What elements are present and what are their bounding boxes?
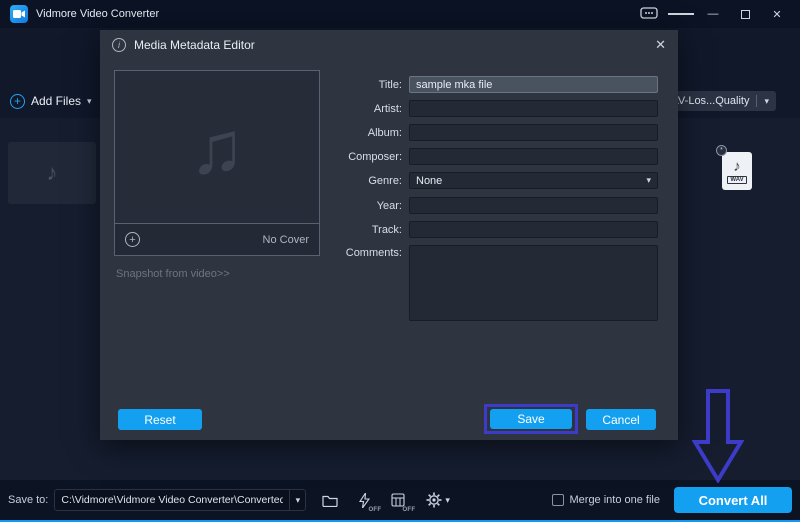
cover-art-placeholder: ♫	[115, 71, 319, 223]
save-button[interactable]: Save	[490, 409, 572, 429]
save-path-field[interactable]: ▾	[54, 489, 306, 511]
title-label: Title:	[332, 79, 402, 91]
task-off-badge: OFF	[401, 507, 416, 513]
artist-label: Artist:	[332, 103, 402, 115]
edit-settings-badge-icon[interactable]: *	[716, 145, 727, 156]
save-path-input[interactable]	[55, 494, 289, 506]
output-file-icon[interactable]: * ♪ WAV	[722, 152, 752, 190]
close-button[interactable]: ✕	[764, 4, 790, 24]
annotation-arrow-icon	[692, 389, 744, 483]
genre-label: Genre:	[332, 175, 402, 187]
app-logo-icon	[10, 5, 28, 23]
field-row-album: Album:	[332, 124, 658, 141]
field-row-title: Title:	[332, 76, 658, 93]
field-row-track: Track:	[332, 221, 658, 238]
chevron-down-icon: ▾	[646, 175, 651, 186]
no-cover-label: No Cover	[263, 234, 309, 246]
merge-label: Merge into one file	[570, 494, 661, 506]
dialog-title: Media Metadata Editor	[134, 38, 255, 52]
add-cover-button[interactable]: +	[125, 232, 140, 247]
cover-strip: + No Cover	[115, 223, 319, 255]
add-files-label: Add Files	[31, 94, 81, 108]
chevron-down-icon: ▾	[296, 495, 301, 506]
plus-icon: +	[10, 94, 25, 109]
divider	[756, 95, 757, 107]
cancel-button[interactable]: Cancel	[586, 409, 656, 430]
hardware-acceleration-icon[interactable]: OFF	[354, 489, 374, 511]
settings-dropdown[interactable]: ▾	[426, 492, 450, 508]
media-file-tile[interactable]: ♪	[8, 142, 96, 204]
field-row-genre: Genre: None ▾	[332, 172, 658, 189]
field-row-comments: Comments:	[332, 245, 658, 321]
comments-textarea[interactable]	[409, 245, 658, 321]
dialog-close-icon[interactable]: ✕	[655, 37, 666, 53]
open-folder-button[interactable]	[320, 489, 340, 511]
field-row-year: Year:	[332, 197, 658, 214]
vidmore-window: { "app": { "title": "Vidmore Video Conve…	[0, 0, 800, 522]
snapshot-from-video-link[interactable]: Snapshot from video>>	[116, 268, 230, 280]
reset-button[interactable]: Reset	[118, 409, 202, 430]
field-row-composer: Composer:	[332, 148, 658, 165]
merge-into-one-file-checkbox[interactable]: Merge into one file	[552, 494, 661, 506]
music-note-icon: ♫	[189, 105, 245, 190]
add-files-button[interactable]: + Add Files ▾	[10, 90, 92, 112]
composer-input[interactable]	[409, 148, 658, 165]
gear-icon	[426, 492, 442, 508]
comments-label: Comments:	[332, 247, 402, 259]
composer-label: Composer:	[332, 151, 402, 163]
year-label: Year:	[332, 200, 402, 212]
task-schedule-icon[interactable]: OFF	[388, 489, 408, 511]
minimize-button[interactable]: —	[700, 4, 726, 24]
hw-off-badge: OFF	[367, 507, 382, 513]
track-label: Track:	[332, 224, 402, 236]
field-row-artist: Artist:	[332, 100, 658, 117]
genre-select[interactable]: None ▾	[409, 172, 658, 189]
chevron-down-icon: ▾	[445, 495, 450, 506]
titlebar: Vidmore Video Converter — ✕	[0, 0, 800, 28]
path-dropdown[interactable]: ▾	[289, 490, 305, 510]
maximize-button[interactable]	[732, 4, 758, 24]
album-label: Album:	[332, 127, 402, 139]
year-input[interactable]	[409, 197, 658, 214]
music-note-icon: ♪	[47, 160, 58, 186]
cover-art-box: ♫ + No Cover	[114, 70, 320, 256]
media-metadata-editor-dialog: i Media Metadata Editor ✕ ♫ + No Cover S…	[100, 30, 678, 440]
album-input[interactable]	[409, 124, 658, 141]
genre-value: None	[416, 175, 646, 187]
feedback-icon[interactable]	[636, 4, 662, 24]
title-input[interactable]	[409, 76, 658, 93]
save-to-label: Save to:	[8, 494, 48, 506]
app-title: Vidmore Video Converter	[36, 8, 159, 20]
music-note-icon: ♪	[733, 159, 741, 174]
chevron-down-icon: ▾	[764, 96, 769, 107]
format-badge: WAV	[727, 176, 746, 184]
chevron-down-icon: ▾	[87, 96, 92, 107]
dialog-header: i Media Metadata Editor ✕	[100, 30, 678, 60]
convert-all-button[interactable]: Convert All	[674, 487, 792, 513]
menu-icon[interactable]	[668, 4, 694, 24]
bottom-bar: Save to: ▾ OFF OFF ▾ Merge into one file…	[0, 480, 800, 520]
save-annotation-box: Save	[484, 404, 578, 434]
checkbox-icon[interactable]	[552, 494, 564, 506]
artist-input[interactable]	[409, 100, 658, 117]
track-input[interactable]	[409, 221, 658, 238]
info-icon: i	[112, 38, 126, 52]
